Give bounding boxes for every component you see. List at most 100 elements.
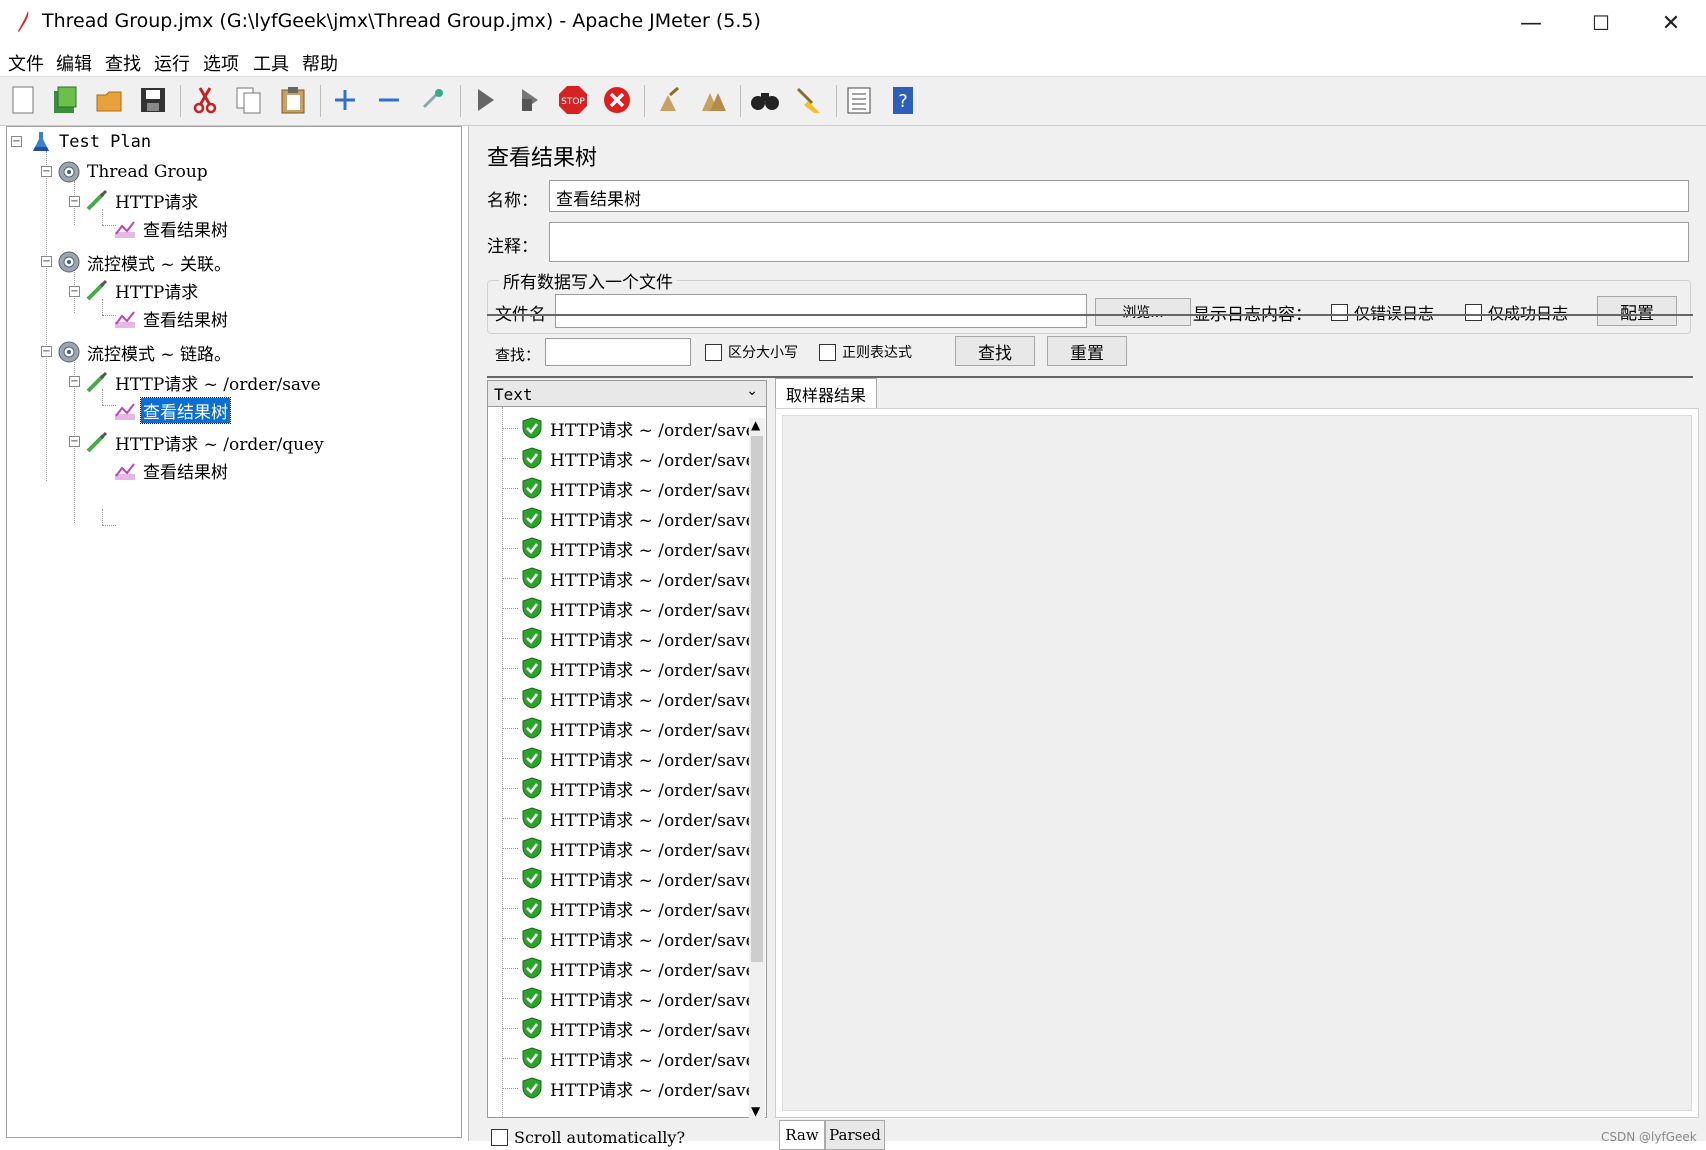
tree-node-thread-group[interactable]: Thread Group [57,159,210,185]
result-row[interactable]: HTTP请求 ~ /order/save [496,683,756,713]
tree-node-http-request[interactable]: HTTP请求 [85,277,200,303]
comment-label: 注释： [487,237,538,257]
close-button[interactable]: ✕ [1636,0,1706,46]
result-row[interactable]: HTTP请求 ~ /order/save [496,623,756,653]
comment-input[interactable] [549,222,1689,262]
result-row[interactable]: HTTP请求 ~ /order/save [496,443,756,473]
tab-sampler-result[interactable]: 取样器结果 [775,378,877,409]
start-no-pause-icon[interactable] [512,83,546,117]
stop-icon[interactable]: STOP [556,83,590,117]
result-row[interactable]: HTTP请求 ~ /order/save [496,893,756,923]
cut-icon[interactable] [188,83,222,117]
menu-search[interactable]: 查找 [105,50,141,76]
scroll-automatically-checkbox[interactable]: Scroll automatically? [491,1128,685,1147]
browse-button[interactable]: 浏览... [1095,298,1191,326]
sample-result-list[interactable]: HTTP请求 ~ /order/save HTTP请求 ~ /order/save… [487,406,767,1118]
regex-checkbox[interactable]: 正则表达式 [819,342,912,362]
collapse-toggle[interactable]: − [69,436,80,447]
templates-icon[interactable] [48,83,82,117]
tree-node-http-request-save[interactable]: HTTP请求 ~ /order/save [85,369,323,395]
tree-node-test-plan[interactable]: Test Plan [29,129,153,155]
tree-node-view-results-tree[interactable]: 查看结果树 [113,305,230,331]
collapse-toggle[interactable]: − [41,346,52,357]
shutdown-icon[interactable] [600,83,634,117]
paste-icon[interactable] [276,83,310,117]
tree-node-http-request-quey[interactable]: HTTP请求 ~ /order/quey [85,429,326,455]
result-row[interactable]: HTTP请求 ~ /order/save [496,983,756,1013]
reset-search-icon[interactable] [792,83,826,117]
menu-options[interactable]: 选项 [203,50,239,76]
result-row[interactable]: HTTP请求 ~ /order/save [496,563,756,593]
scroll-down-icon[interactable]: ▼ [751,1104,760,1118]
result-list-scrollbar[interactable]: ▲ ▼ [749,418,765,1118]
collapse-toggle[interactable]: − [69,196,80,207]
result-row[interactable]: HTTP请求 ~ /order/save [496,923,756,953]
search-icon[interactable] [748,83,782,117]
filename-input[interactable] [555,294,1087,328]
success-only-checkbox[interactable]: 仅成功日志 [1465,300,1568,324]
result-row[interactable]: HTTP请求 ~ /order/save [496,803,756,833]
start-icon[interactable] [468,83,502,117]
scrollbar-thumb[interactable] [751,436,763,962]
result-row[interactable]: HTTP请求 ~ /order/save [496,743,756,773]
clear-icon[interactable] [652,83,686,117]
success-shield-icon [522,927,542,949]
collapse-toggle[interactable]: − [41,256,52,267]
result-row[interactable]: HTTP请求 ~ /order/save [496,593,756,623]
tab-parsed[interactable]: Parsed [825,1120,885,1150]
menu-help[interactable]: 帮助 [302,50,338,76]
minimize-button[interactable]: — [1496,0,1566,46]
clear-all-icon[interactable] [696,83,730,117]
result-row[interactable]: HTTP请求 ~ /order/save [496,833,756,863]
tree-node-view-results-tree[interactable]: 查看结果树 [113,215,230,241]
tree-node-view-results-tree[interactable]: 查看结果树 [113,457,230,483]
watermark: CSDN @lyfGeek [1601,1130,1697,1144]
menu-file[interactable]: 文件 [8,50,44,76]
errors-only-checkbox[interactable]: 仅错误日志 [1331,300,1434,324]
result-row[interactable]: HTTP请求 ~ /order/save [496,773,756,803]
menu-tools[interactable]: 工具 [253,50,289,76]
result-row[interactable]: HTTP请求 ~ /order/save [496,503,756,533]
test-plan-tree[interactable]: − − − − − − − − Test Plan Thread Group H… [6,126,462,1138]
save-icon[interactable] [136,83,170,117]
maximize-button[interactable]: ☐ [1566,0,1636,46]
search-input[interactable] [545,338,691,366]
tree-node-http-request[interactable]: HTTP请求 [85,187,200,213]
result-row[interactable]: HTTP请求 ~ /order/save [496,863,756,893]
result-row[interactable]: HTTP请求 ~ /order/save [496,1043,756,1073]
result-row[interactable]: HTTP请求 ~ /order/save [496,713,756,743]
result-row[interactable]: HTTP请求 ~ /order/save [496,653,756,683]
open-icon[interactable] [92,83,126,117]
function-helper-icon[interactable] [842,83,876,117]
configure-button[interactable]: 配置 [1597,296,1677,326]
chevron-down-icon: ⌄ [746,383,758,399]
renderer-select[interactable]: Text ⌄ [487,380,767,408]
menu-edit[interactable]: 编辑 [56,50,92,76]
tree-node-flow-association[interactable]: 流控模式 ~ 关联。 [57,249,233,275]
result-row[interactable]: HTTP请求 ~ /order/save [496,1073,756,1103]
toggle-icon[interactable] [416,83,450,117]
tree-node-view-results-tree-selected[interactable]: 查看结果树 [113,396,231,424]
collapse-icon[interactable] [372,83,406,117]
reset-button[interactable]: 重置 [1047,336,1127,366]
result-row[interactable]: HTTP请求 ~ /order/save [496,413,756,443]
result-row[interactable]: HTTP请求 ~ /order/save [496,1013,756,1043]
copy-icon[interactable] [232,83,266,117]
help-icon[interactable]: ? [886,83,920,117]
name-input[interactable]: 查看结果树 [549,180,1689,212]
collapse-toggle[interactable]: − [69,286,80,297]
new-icon[interactable] [6,83,40,117]
scroll-up-icon[interactable]: ▲ [751,418,760,432]
result-row[interactable]: HTTP请求 ~ /order/save [496,533,756,563]
tree-node-flow-chain[interactable]: 流控模式 ~ 链路。 [57,339,233,365]
menu-run[interactable]: 运行 [154,50,190,76]
case-sensitive-checkbox[interactable]: 区分大小写 [705,342,798,362]
collapse-toggle[interactable]: − [11,136,22,147]
search-button[interactable]: 查找 [955,336,1035,366]
expand-icon[interactable] [328,83,362,117]
collapse-toggle[interactable]: − [41,166,52,177]
tab-raw[interactable]: Raw [779,1120,825,1150]
result-row[interactable]: HTTP请求 ~ /order/save [496,953,756,983]
collapse-toggle[interactable]: − [69,376,80,387]
result-row[interactable]: HTTP请求 ~ /order/save [496,473,756,503]
